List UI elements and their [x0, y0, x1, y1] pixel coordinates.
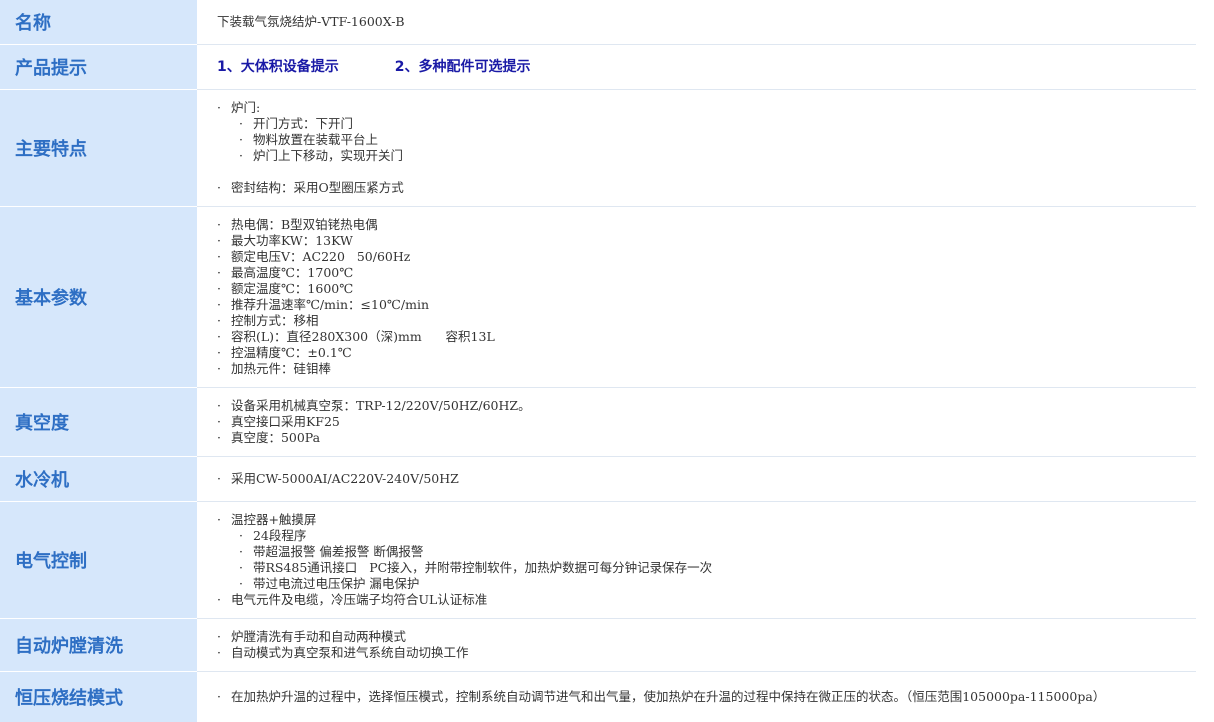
- row-auto-cleaning: 自动炉膛清洗 炉膛清洗有手动和自动两种模式 自动模式为真空泵和进气系统自动切换工…: [0, 619, 1196, 672]
- electric-sub-item: 24段程序: [217, 528, 1196, 544]
- row-vacuum: 真空度 设备采用机械真空泵：TRP-12/220V/50HZ/60HZ。 真空接…: [0, 388, 1196, 457]
- row-electric-control: 电气控制 温控器+触摸屏 24段程序 带超温报警 偏差报警 断偶报警 带RS48…: [0, 502, 1196, 619]
- value-vacuum: 设备采用机械真空泵：TRP-12/220V/50HZ/60HZ。 真空接口采用K…: [197, 388, 1196, 457]
- feature-door: 炉门:: [217, 100, 1196, 116]
- row-hint: 产品提示 1、大体积设备提示 2、多种配件可选提示: [0, 45, 1196, 90]
- label-features: 主要特点: [0, 90, 197, 207]
- vacuum-item: 设备采用机械真空泵：TRP-12/220V/50HZ/60HZ。: [217, 398, 1196, 414]
- row-basic-params: 基本参数 热电偶：B型双铂铑热电偶 最大功率KW：13KW 额定电压V：AC22…: [0, 207, 1196, 388]
- row-constant-pressure: 恒压烧结模式 在加热炉升温的过程中，选择恒压模式，控制系统自动调节进气和出气量，…: [0, 672, 1196, 722]
- label-hint: 产品提示: [0, 45, 197, 90]
- electric-sub-item: 带超温报警 偏差报警 断偶报警: [217, 544, 1196, 560]
- row-water-cooler: 水冷机 采用CW-5000AI/AC220V-240V/50HZ: [0, 457, 1196, 502]
- param-item: 热电偶：B型双铂铑热电偶: [217, 217, 1196, 233]
- row-name: 名称 下装载气氛烧结炉-VTF-1600X-B: [0, 0, 1196, 45]
- param-item: 加热元件：硅钼棒: [217, 361, 1196, 377]
- cleaning-item: 自动模式为真空泵和进气系统自动切换工作: [217, 645, 1196, 661]
- label-vacuum: 真空度: [0, 388, 197, 457]
- spacer: [217, 164, 1196, 180]
- vacuum-item: 真空度：500Pa: [217, 430, 1196, 446]
- label-auto-cleaning: 自动炉膛清洗: [0, 619, 197, 672]
- value-electric-control: 温控器+触摸屏 24段程序 带超温报警 偏差报警 断偶报警 带RS485通讯接口…: [197, 502, 1196, 619]
- label-electric-control: 电气控制: [0, 502, 197, 619]
- label-basic-params: 基本参数: [0, 207, 197, 388]
- constant-pressure-text: 在加热炉升温的过程中，选择恒压模式，控制系统自动调节进气和出气量，使加热炉在升温…: [217, 689, 1196, 705]
- spec-table: 名称 下装载气氛烧结炉-VTF-1600X-B 产品提示 1、大体积设备提示 2…: [0, 0, 1196, 722]
- value-constant-pressure: 在加热炉升温的过程中，选择恒压模式，控制系统自动调节进气和出气量，使加热炉在升温…: [197, 672, 1196, 722]
- value-auto-cleaning: 炉膛清洗有手动和自动两种模式 自动模式为真空泵和进气系统自动切换工作: [197, 619, 1196, 672]
- electric-last: 电气元件及电缆，冷压端子均符合UL认证标准: [217, 592, 1196, 608]
- param-item: 额定电压V：AC220 50/60Hz: [217, 249, 1196, 265]
- row-features: 主要特点 炉门: 开门方式：下开门 物料放置在装载平台上 炉门上下移动，实现开关…: [0, 90, 1196, 207]
- cooler-item: 采用CW-5000AI/AC220V-240V/50HZ: [217, 471, 1196, 487]
- value-features: 炉门: 开门方式：下开门 物料放置在装载平台上 炉门上下移动，实现开关门 密封结…: [197, 90, 1196, 207]
- hint-accessories[interactable]: 2、多种配件可选提示: [395, 59, 531, 75]
- electric-main: 温控器+触摸屏: [217, 512, 1196, 528]
- param-item: 控温精度℃：±0.1℃: [217, 345, 1196, 361]
- param-item: 推荐升温速率℃/min：≤10℃/min: [217, 297, 1196, 313]
- value-hint: 1、大体积设备提示 2、多种配件可选提示: [197, 45, 1196, 90]
- param-item: 容积(L)：直径280X300（深)mm 容积13L: [217, 329, 1196, 345]
- electric-sub-item: 带RS485通讯接口 PC接入，并附带控制软件，加热炉数据可每分钟记录保存一次: [217, 560, 1196, 576]
- feature-door-item: 开门方式：下开门: [217, 116, 1196, 132]
- label-water-cooler: 水冷机: [0, 457, 197, 502]
- param-item: 最高温度℃：1700℃: [217, 265, 1196, 281]
- electric-sub-item: 带过电流过电压保护 漏电保护: [217, 576, 1196, 592]
- param-item: 最大功率KW：13KW: [217, 233, 1196, 249]
- feature-seal: 密封结构：采用O型圈压紧方式: [217, 180, 1196, 196]
- label-constant-pressure: 恒压烧结模式: [0, 672, 197, 722]
- hint-large-equipment[interactable]: 1、大体积设备提示: [217, 59, 339, 75]
- value-name: 下装载气氛烧结炉-VTF-1600X-B: [197, 0, 1196, 45]
- label-name: 名称: [0, 0, 197, 45]
- cleaning-item: 炉膛清洗有手动和自动两种模式: [217, 629, 1196, 645]
- feature-door-item: 炉门上下移动，实现开关门: [217, 148, 1196, 164]
- value-water-cooler: 采用CW-5000AI/AC220V-240V/50HZ: [197, 457, 1196, 502]
- vacuum-item: 真空接口采用KF25: [217, 414, 1196, 430]
- feature-door-item: 物料放置在装载平台上: [217, 132, 1196, 148]
- value-basic-params: 热电偶：B型双铂铑热电偶 最大功率KW：13KW 额定电压V：AC220 50/…: [197, 207, 1196, 388]
- param-item: 控制方式：移相: [217, 313, 1196, 329]
- param-item: 额定温度℃：1600℃: [217, 281, 1196, 297]
